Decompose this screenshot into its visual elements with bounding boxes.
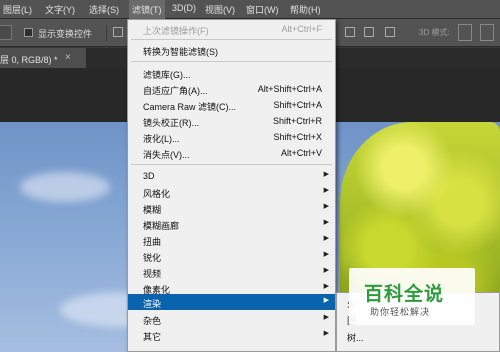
filter-menu: 上次滤镜操作(F) Alt+Ctrl+F 转换为智能滤镜(S) 滤镜库(G)..… <box>127 19 336 352</box>
menu-view[interactable]: 视图(V) <box>205 3 235 16</box>
watermark-subtitle: 助你轻松解决 <box>370 307 431 317</box>
menu-item-camera-raw[interactable]: Camera Raw 滤镜(C)... Shift+Ctrl+A <box>128 97 335 113</box>
menu-item-noise[interactable]: 杂色 ▶ <box>128 311 335 327</box>
menu-type[interactable]: 文字(Y) <box>45 3 75 16</box>
menu-3d[interactable]: 3D(D) <box>172 3 196 13</box>
show-transform-checkbox[interactable] <box>24 28 33 37</box>
submenu-arrow-icon: ▶ <box>323 251 329 258</box>
menu-item-label: 上次滤镜操作(F) <box>143 26 209 36</box>
menu-item-liquify[interactable]: 液化(L)... Shift+Ctrl+X <box>128 129 335 145</box>
cloud-shape <box>20 172 110 202</box>
submenu-arrow-icon: ▶ <box>323 171 329 178</box>
menu-item-render[interactable]: 渲染 ▶ <box>128 294 335 310</box>
watermark: 百科全说 助你轻松解决 <box>349 268 475 325</box>
menu-bar: 图层(L) 文字(Y) 选择(S) 滤镜(T) 3D(D) 视图(V) 窗口(W… <box>0 0 500 19</box>
menu-item-sharpen[interactable]: 锐化 ▶ <box>128 248 335 264</box>
close-icon[interactable]: × <box>65 52 71 63</box>
menu-item-adaptive-wide-angle[interactable]: 自适应广角(A)... Alt+Shift+Ctrl+A <box>128 81 335 97</box>
3d-mode-label: 3D 模式: <box>419 28 450 37</box>
menu-layer[interactable]: 图层(L) <box>3 3 32 16</box>
menu-select[interactable]: 选择(S) <box>89 3 119 16</box>
menu-item-label: 3D <box>143 171 155 181</box>
submenu-arrow-icon: ▶ <box>323 267 329 274</box>
menu-item-other[interactable]: 其它 ▶ <box>128 327 335 343</box>
menu-item-shortcut: Shift+Ctrl+X <box>273 132 322 142</box>
3d-rotate-icon[interactable] <box>458 24 472 41</box>
menu-item-shortcut: Shift+Ctrl+A <box>273 100 322 110</box>
document-tab-label: 层 0, RGB/8) * <box>0 55 58 65</box>
menu-item-vanishing-point[interactable]: 消失点(V)... Alt+Ctrl+V <box>128 145 335 161</box>
align-left-icon[interactable] <box>113 27 123 37</box>
menu-item-label: 模糊画廊 <box>143 221 180 231</box>
menu-separator <box>131 164 332 165</box>
menu-item-label: 镜头校正(R)... <box>143 118 199 128</box>
menu-item-shortcut: Alt+Ctrl+V <box>280 148 322 158</box>
menu-item-label: 转换为智能滤镜(S) <box>143 47 218 57</box>
menu-item-label: 滤镜库(G)... <box>143 70 191 80</box>
menu-item-shortcut: Alt+Shift+Ctrl+A <box>257 84 322 94</box>
menu-item-distort[interactable]: 扭曲 ▶ <box>128 232 335 248</box>
submenu-arrow-icon: ▶ <box>323 330 329 337</box>
menu-filter[interactable]: 滤镜(T) <box>129 0 165 19</box>
menu-item-convert-smart-filter[interactable]: 转换为智能滤镜(S) <box>128 42 335 58</box>
menu-item-lens-correction[interactable]: 镜头校正(R)... Shift+Ctrl+R <box>128 113 335 129</box>
submenu-arrow-icon: ▶ <box>323 297 329 304</box>
menu-item-label: 杂色 <box>143 316 162 326</box>
menu-item-label: Camera Raw 滤镜(C)... <box>143 102 237 112</box>
menu-item-video[interactable]: 视频 ▶ <box>128 264 335 280</box>
menu-item-label: 其它 <box>143 332 162 342</box>
menu-item-label: 液化(L)... <box>143 134 180 144</box>
menu-item-label: 视频 <box>143 269 162 279</box>
options-divider <box>106 25 107 41</box>
menu-item-label: 模糊 <box>143 205 162 215</box>
menu-item-shortcut: Alt+Ctrl+F <box>281 24 322 34</box>
menu-separator <box>131 61 332 62</box>
menu-window[interactable]: 窗口(W) <box>246 3 279 16</box>
menu-item-label: 锐化 <box>143 253 162 263</box>
menu-help[interactable]: 帮助(H) <box>290 3 321 16</box>
distribute-icon[interactable] <box>345 27 355 37</box>
menu-item-label: 渲染 <box>143 299 162 309</box>
align-bottom-icon[interactable] <box>385 27 395 37</box>
menu-item-last-filter: 上次滤镜操作(F) Alt+Ctrl+F <box>128 21 335 37</box>
menu-item-stylize[interactable]: 风格化 ▶ <box>128 184 335 200</box>
submenu-arrow-icon: ▶ <box>323 283 329 290</box>
menu-item-filter-gallery[interactable]: 滤镜库(G)... <box>128 65 335 81</box>
submenu-arrow-icon: ▶ <box>323 187 329 194</box>
menu-separator <box>131 39 332 40</box>
submenu-arrow-icon: ▶ <box>323 219 329 226</box>
submenu-item-tree[interactable]: 树... <box>347 331 364 344</box>
submenu-arrow-icon: ▶ <box>323 235 329 242</box>
3d-roll-icon[interactable] <box>480 24 494 41</box>
menu-item-label: 消失点(V)... <box>143 150 190 160</box>
tool-preset-dropdown[interactable] <box>0 25 12 40</box>
menu-item-label: 扭曲 <box>143 237 162 247</box>
submenu-arrow-icon: ▶ <box>323 203 329 210</box>
submenu-arrow-icon: ▶ <box>323 314 329 321</box>
menu-item-label: 风格化 <box>143 189 171 199</box>
menu-item-blur[interactable]: 模糊 ▶ <box>128 200 335 216</box>
document-tab[interactable]: 层 0, RGB/8) * × <box>0 48 86 68</box>
menu-item-blur-gallery[interactable]: 模糊画廊 ▶ <box>128 216 335 232</box>
distribute-center-icon[interactable] <box>364 27 374 37</box>
menu-item-shortcut: Shift+Ctrl+R <box>272 116 322 126</box>
watermark-title: 百科全说 <box>364 284 445 305</box>
menu-item-3d[interactable]: 3D ▶ <box>128 168 335 184</box>
show-transform-label: 显示变换控件 <box>38 29 93 39</box>
menu-item-label: 自适应广角(A)... <box>143 86 208 96</box>
